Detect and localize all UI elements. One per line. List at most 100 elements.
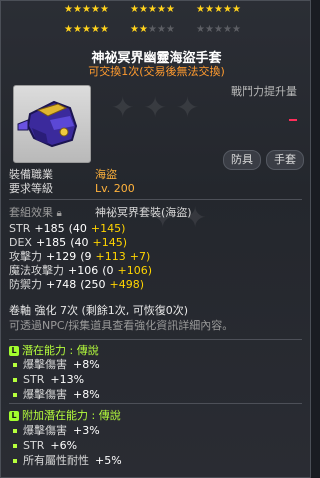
star-filled-icon [82,23,91,37]
tag-glove: 手套 [266,150,304,170]
star-filled-icon [91,23,100,37]
star-filled-icon [100,23,109,37]
star-group [130,3,176,18]
additional-potential-title: 附加潛在能力 : 傳說 [22,409,121,422]
stat-value: +748 [46,278,77,291]
star-filled-icon [73,23,82,37]
legendary-badge-icon: L [9,411,19,421]
potential-title: 潛在能力 : 傳說 [22,344,99,357]
stat-label: 魔法攻擊力 [9,264,64,277]
tradeable-note: 可交換1次(交易後無法交換) [88,65,225,78]
job-label: 裝備職業 [9,168,53,181]
potential-line: 爆擊傷害 +3% [9,424,302,438]
star-filled-icon [205,3,214,17]
star-filled-icon [196,3,205,17]
star-filled-icon [139,3,148,17]
stat-row: 防禦力 +748 (250 +498) [9,278,302,292]
job-value: 海盜 [95,168,117,181]
stat-base: (40 [68,222,87,235]
potential-value: +8% [73,358,100,371]
star-filled-icon [139,23,148,37]
potential-name: 爆擊傷害 [23,358,67,371]
star-empty-icon [157,23,166,37]
job-row: 裝備職業 海盜 [9,168,302,182]
star-group [64,3,110,18]
set-effect-row[interactable]: 套組效果 🔒︎ 神祕冥界套裝(海盜) [9,206,302,220]
star-filled-icon [223,3,232,17]
star-filled-icon [73,3,82,17]
combat-power-label: 戰鬥力提升量 [231,85,297,98]
combat-power-indicator [289,119,297,121]
stat-row: DEX +185 (40 +145) [9,236,302,250]
level-value: Lv. 200 [95,182,135,195]
lock-icon: 🔒︎ [56,208,62,219]
potential-line: 所有屬性耐性 +5% [9,454,302,468]
glove-item-icon [17,100,78,148]
divider [9,403,302,404]
set-effect-name: 神祕冥界套裝(海盜) [95,206,192,219]
stat-base: (250 [80,278,106,291]
star-group [130,23,176,38]
stat-label: 防禦力 [9,278,42,291]
additional-potential-header: L 附加潛在能力 : 傳說 [9,409,302,423]
star-empty-icon [196,23,205,37]
set-effect-label: 套組效果 [9,206,53,219]
star-filled-icon [64,3,73,17]
stat-base: (0 [102,264,114,277]
potential-value: +3% [73,424,100,437]
potential-value: +8% [73,388,100,401]
star-empty-icon [148,23,157,37]
potential-name: 爆擊傷害 [23,388,67,401]
stat-row: STR +185 (40 +145) [9,222,302,236]
star-filled-icon [214,3,223,17]
potential-name: 爆擊傷害 [23,424,67,437]
bullet-icon [13,392,17,397]
potential-line: 爆擊傷害 +8% [9,358,302,372]
stat-row: 攻擊力 +129 (9 +113 +7) [9,250,302,264]
star-empty-icon [214,23,223,37]
stat-bonus: +106) [117,264,153,277]
stat-label: 攻擊力 [9,250,42,263]
bullet-icon [13,458,17,463]
background-decoration: ✦ ✦ ✦ [111,91,200,124]
scroll-info: 卷軸 強化 7次 (剩餘1次, 可恢復0次) [9,304,189,317]
potential-line: STR +6% [9,439,302,453]
stat-bonus: +145) [90,222,126,235]
star-group [196,3,242,18]
bullet-icon [13,362,17,367]
star-filled-icon [82,3,91,17]
potential-header: L 潛在能力 : 傳說 [9,344,302,358]
stat-label: DEX [9,236,32,249]
potential-value: +6% [50,439,78,452]
star-group [196,23,242,38]
stat-value: +185 [35,236,67,249]
star-empty-icon [166,23,175,37]
potential-line: 爆擊傷害 +8% [9,388,302,402]
stat-row: 魔法攻擊力 +106 (0 +106) [9,264,302,278]
star-filled-icon [91,3,100,17]
stat-base: (40 [70,236,89,249]
tag-armor: 防具 [223,150,261,170]
level-label: 要求等級 [9,182,53,195]
star-filled-icon [130,3,139,17]
stat-base: (9 [80,250,92,263]
stat-value: +106 [68,264,99,277]
scroll-note: 可透過NPC/採集道具查看強化資訊詳細內容。 [9,319,234,332]
potential-line: STR +13% [9,373,302,387]
stat-label: STR [9,222,31,235]
star-filled-icon [232,3,241,17]
bullet-icon [13,443,17,448]
potential-name: 所有屬性耐性 [23,454,89,467]
potential-value: +5% [95,454,122,467]
star-filled-icon [100,3,109,17]
stat-bonus: +145) [92,236,127,249]
item-icon-box [13,85,91,163]
star-group [64,23,110,38]
potential-value: +13% [50,373,85,386]
stat-value: +129 [46,250,77,263]
stat-extra: +7) [129,250,151,263]
item-tooltip: ✦ ✦ ✦ ✦ ✦ 神祕冥界幽靈海盜手套 可交換1次(交易後無法交換) 戰鬥力提… [0,0,311,478]
bullet-icon [13,377,17,382]
legendary-badge-icon: L [9,346,19,356]
divider [9,199,302,200]
